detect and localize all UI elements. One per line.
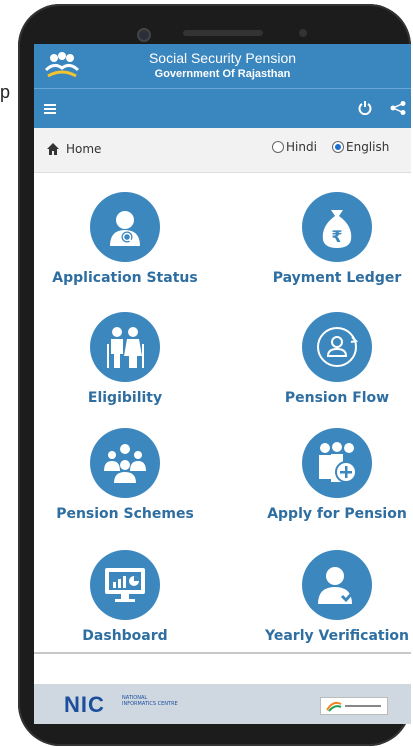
divider (34, 652, 411, 654)
add-user-icon (302, 428, 372, 498)
svg-text:₹: ₹ (331, 227, 342, 246)
tile-yearly-verification[interactable]: Yearly Verification (262, 550, 411, 644)
tile-label: Pension Schemes (56, 506, 194, 522)
lang-radio-hindi[interactable]: Hindi (272, 140, 317, 154)
share-icon[interactable] (390, 101, 406, 115)
nic-logo-subtext: NATIONAL INFORMATICS CENTRE (122, 695, 178, 707)
app-header: Social Security Pension Government Of Ra… (34, 44, 411, 88)
sensor-icon (299, 29, 307, 37)
phone-frame: Social Security Pension Government Of Ra… (18, 4, 411, 746)
hamburger-menu-icon[interactable] (44, 103, 56, 115)
tile-label: Yearly Verification (265, 628, 409, 644)
lang-label-english: English (346, 140, 390, 154)
radio-button-selected[interactable] (332, 141, 344, 153)
lang-label-hindi: Hindi (286, 140, 317, 154)
tile-pension-schemes[interactable]: Pension Schemes (50, 428, 200, 522)
tile-eligibility[interactable]: Eligibility (50, 312, 200, 406)
tile-label: Payment Ledger (272, 270, 402, 286)
nic-logo: NIC (64, 692, 105, 717)
power-icon[interactable] (358, 101, 372, 115)
camera-icon (137, 28, 151, 42)
phone-top-bezel (18, 4, 411, 44)
monitor-chart-icon (90, 550, 160, 620)
tile-payment-ledger[interactable]: ₹ Payment Ledger (262, 192, 411, 286)
user-search-icon (90, 192, 160, 262)
elderly-couple-icon (90, 312, 160, 382)
app-title: Social Security Pension (148, 50, 297, 66)
digital-india-logo (320, 697, 388, 715)
app-subtitle: Government Of Rajasthan (154, 68, 291, 80)
group-icon (90, 428, 160, 498)
tile-label: Apply for Pension (267, 506, 407, 522)
user-cycle-icon (302, 312, 372, 382)
tile-label: Application Status (52, 270, 198, 286)
app-screen: Social Security Pension Government Of Ra… (34, 44, 411, 724)
tile-label: Dashboard (82, 628, 168, 644)
tile-pension-flow[interactable]: Pension Flow (262, 312, 411, 406)
home-icon[interactable] (46, 142, 60, 156)
radio-button[interactable] (272, 141, 284, 153)
speaker-grille (183, 30, 263, 36)
user-check-icon (302, 550, 372, 620)
background-text-fragment: p (0, 82, 11, 102)
tile-label: Pension Flow (284, 390, 390, 406)
breadcrumb: Home Hindi English (34, 128, 411, 173)
breadcrumb-home-link[interactable]: Home (66, 142, 101, 156)
app-footer: NIC NATIONAL INFORMATICS CENTRE (34, 684, 411, 724)
tile-label: Eligibility (87, 390, 163, 406)
app-toolbar (34, 88, 411, 129)
tile-dashboard[interactable]: Dashboard (50, 550, 200, 644)
tile-application-status[interactable]: Application Status (50, 192, 200, 286)
lang-radio-english[interactable]: English (332, 140, 389, 154)
rupee-bag-icon: ₹ (302, 192, 372, 262)
phone-bottom-bezel (18, 724, 411, 746)
tile-apply-for-pension[interactable]: Apply for Pension (262, 428, 411, 522)
